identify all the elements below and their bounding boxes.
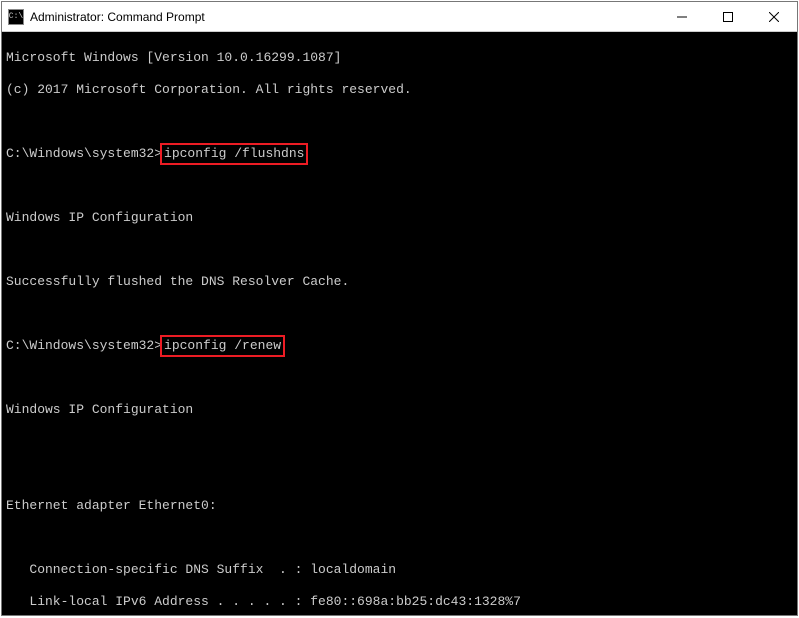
highlighted-command: ipconfig /flushdns [160, 143, 308, 165]
highlighted-command: ipconfig /renew [160, 335, 285, 357]
output-line: Successfully flushed the DNS Resolver Ca… [6, 274, 793, 290]
blank-line [6, 242, 793, 258]
maximize-button[interactable] [705, 2, 751, 31]
close-icon [769, 12, 779, 22]
command-prompt-window: C:\ Administrator: Command Prompt Micros… [1, 1, 798, 616]
titlebar[interactable]: C:\ Administrator: Command Prompt [2, 2, 797, 32]
window-title: Administrator: Command Prompt [30, 10, 659, 24]
output-line: Connection-specific DNS Suffix . : local… [6, 562, 793, 578]
blank-line [6, 306, 793, 322]
prompt: C:\Windows\system32> [6, 338, 162, 353]
blank-line [6, 114, 793, 130]
window-controls [659, 2, 797, 31]
output-line: Microsoft Windows [Version 10.0.16299.10… [6, 50, 793, 66]
command-line: C:\Windows\system32>ipconfig /renew [6, 338, 793, 354]
output-line: Link-local IPv6 Address . . . . . : fe80… [6, 594, 793, 610]
blank-line [6, 370, 793, 386]
minimize-icon [677, 12, 687, 22]
prompt: C:\Windows\system32> [6, 146, 162, 161]
blank-line [6, 178, 793, 194]
output-line: Windows IP Configuration [6, 402, 793, 418]
close-button[interactable] [751, 2, 797, 31]
maximize-icon [723, 12, 733, 22]
output-line: Windows IP Configuration [6, 210, 793, 226]
command-line: C:\Windows\system32>ipconfig /flushdns [6, 146, 793, 162]
blank-line [6, 466, 793, 482]
terminal-content[interactable]: Microsoft Windows [Version 10.0.16299.10… [2, 32, 797, 615]
minimize-button[interactable] [659, 2, 705, 31]
output-line: (c) 2017 Microsoft Corporation. All righ… [6, 82, 793, 98]
blank-line [6, 530, 793, 546]
output-line: Ethernet adapter Ethernet0: [6, 498, 793, 514]
cmd-icon: C:\ [8, 9, 24, 25]
blank-line [6, 434, 793, 450]
